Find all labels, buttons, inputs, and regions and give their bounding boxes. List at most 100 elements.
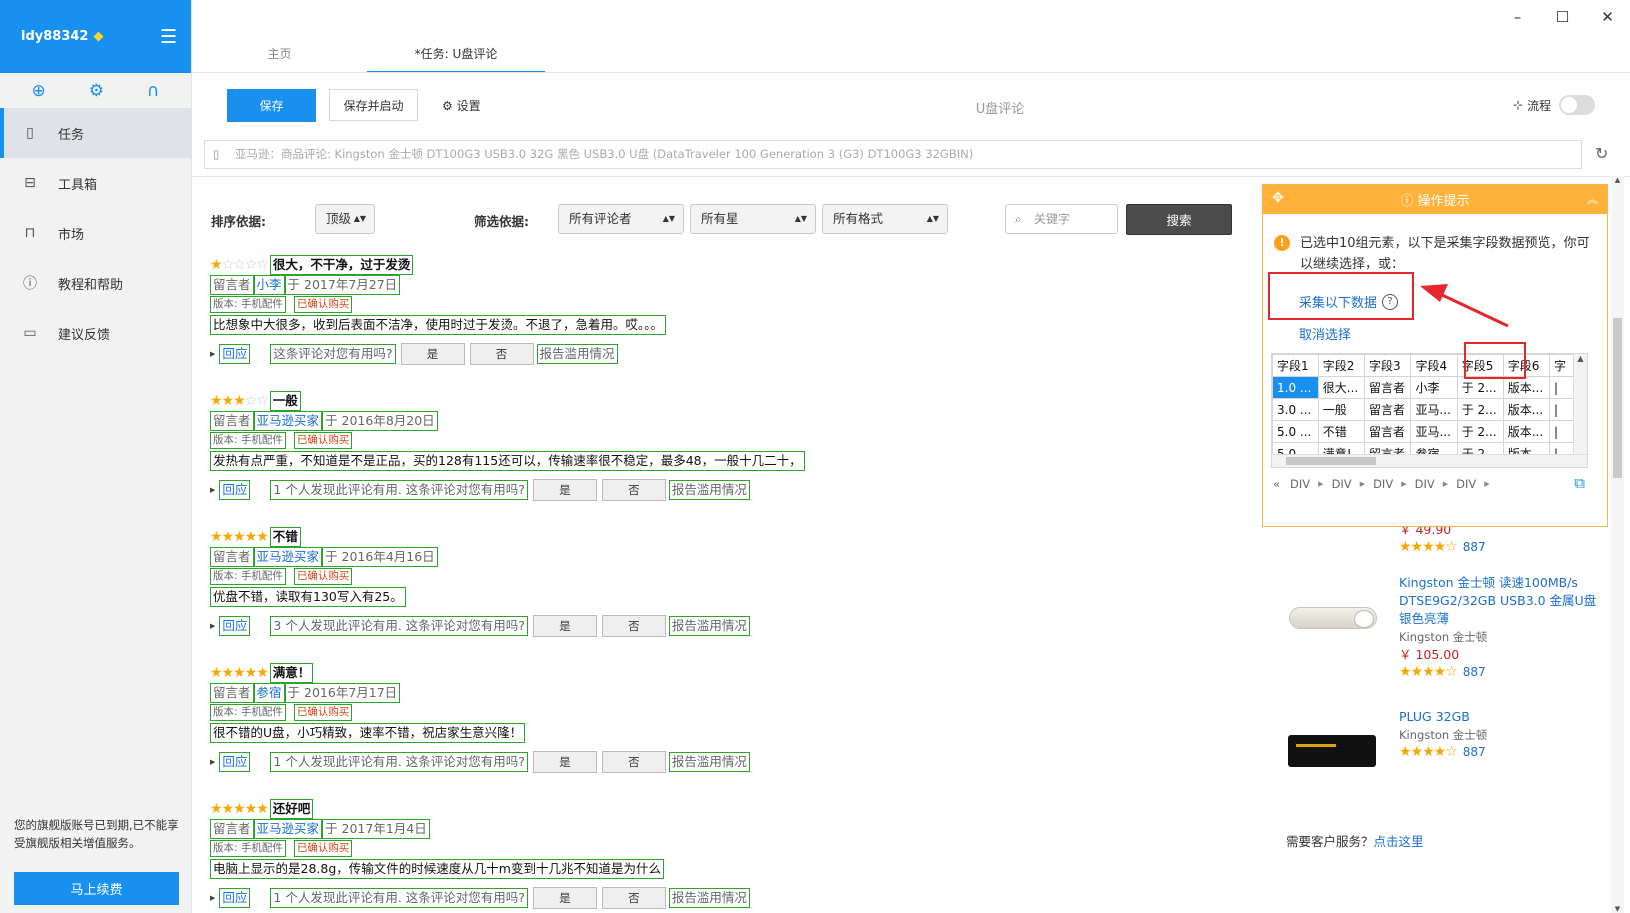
grid-horizontal-scrollbar[interactable] bbox=[1272, 454, 1587, 467]
grid-cell[interactable]: 于 2... bbox=[1456, 398, 1504, 421]
product-image[interactable] bbox=[1289, 607, 1377, 629]
url-bar[interactable]: ▯ 亚马逊：商品评论: Kingston 金士顿 DT100G3 USB3.0 … bbox=[204, 140, 1582, 169]
close-icon[interactable]: ✕ bbox=[1585, 4, 1630, 30]
grid-cell[interactable]: 版本... bbox=[1502, 398, 1550, 421]
grid-cell[interactable]: 1.0 ... bbox=[1272, 376, 1319, 399]
helpful-yes-button[interactable]: 是 bbox=[532, 615, 597, 637]
grid-cell[interactable]: 小李 bbox=[1410, 376, 1458, 399]
reviewer-name[interactable]: 参宿 bbox=[253, 683, 285, 703]
page-scrollbar[interactable]: ▲ ▼ bbox=[1611, 176, 1624, 913]
report-abuse-link[interactable]: 报告滥用情况 bbox=[536, 344, 618, 364]
product-image[interactable] bbox=[1288, 735, 1376, 767]
grid-cell[interactable]: 留言者 bbox=[1364, 420, 1412, 443]
grid-cell[interactable]: 留言者 bbox=[1364, 398, 1412, 421]
grid-header-cell[interactable]: 字段1 bbox=[1272, 354, 1319, 377]
helpful-yes-button[interactable]: 是 bbox=[532, 751, 597, 773]
grid-cell[interactable]: 于 2... bbox=[1456, 420, 1504, 443]
hint-header[interactable]: ✥ ⓘ 操作提示 ︽ bbox=[1263, 185, 1607, 214]
grid-cell[interactable]: 版本... bbox=[1502, 376, 1550, 399]
review-title[interactable]: 还好吧 bbox=[269, 799, 314, 819]
sidebar-item-help[interactable]: ⓘ 教程和帮助 bbox=[0, 258, 191, 308]
reply-link[interactable]: 回应 bbox=[219, 752, 251, 772]
format-select[interactable]: 所有格式 ▲▼ bbox=[822, 204, 948, 234]
sidebar-item-toolbox[interactable]: ⊟ 工具箱 bbox=[0, 158, 191, 208]
headset-icon[interactable]: ∩ bbox=[147, 81, 159, 101]
review-count[interactable]: 887 bbox=[1463, 540, 1486, 554]
cancel-selection-link[interactable]: 取消选择 bbox=[1299, 324, 1351, 343]
grid-cell[interactable]: 5.0 ... bbox=[1272, 420, 1319, 443]
grid-header-cell[interactable]: 字段3 bbox=[1364, 354, 1412, 377]
grid-cell[interactable]: 一般 bbox=[1317, 398, 1366, 421]
add-circle-icon[interactable]: ⊕ bbox=[32, 81, 46, 101]
reply-link[interactable]: 回应 bbox=[219, 480, 251, 500]
scroll-down-icon[interactable]: ▼ bbox=[1611, 905, 1624, 913]
star-select[interactable]: 所有星 ▲▼ bbox=[690, 204, 816, 234]
product-name[interactable]: PLUG 32GB bbox=[1399, 708, 1599, 726]
report-abuse-link[interactable]: 报告滥用情况 bbox=[668, 888, 750, 908]
report-abuse-link[interactable]: 报告滥用情况 bbox=[668, 480, 750, 500]
hamburger-menu-icon[interactable]: ☰ bbox=[160, 26, 177, 48]
settings-button[interactable]: ⚙ 设置 bbox=[442, 97, 481, 114]
grid-cell[interactable]: 亚马... bbox=[1410, 420, 1458, 443]
sort-select[interactable]: 顶级 ▲▼ bbox=[315, 204, 375, 234]
helpful-yes-button[interactable]: 是 bbox=[532, 887, 597, 909]
flow-toggle[interactable] bbox=[1559, 95, 1596, 115]
user-account[interactable]: ldy88342 ◆ bbox=[21, 29, 160, 44]
helpful-yes-button[interactable]: 是 bbox=[532, 479, 597, 501]
search-button[interactable]: 搜索 bbox=[1126, 204, 1232, 235]
grid-cell[interactable]: 3.0 ... bbox=[1272, 398, 1319, 421]
grid-cell[interactable]: 版本... bbox=[1502, 420, 1550, 443]
report-abuse-link[interactable]: 报告滥用情况 bbox=[668, 752, 750, 772]
reply-link[interactable]: 回应 bbox=[219, 616, 251, 636]
helpful-no-button[interactable]: 否 bbox=[601, 615, 666, 637]
sidebar-item-market[interactable]: ⊓ 市场 bbox=[0, 208, 191, 258]
breadcrumb-item[interactable]: DIV bbox=[1415, 477, 1435, 491]
grid-cell[interactable]: 很大... bbox=[1317, 376, 1366, 399]
keyword-input[interactable]: ⌕ 关键字 bbox=[1005, 204, 1118, 234]
breadcrumb-item[interactable]: DIV bbox=[1332, 477, 1352, 491]
review-title[interactable]: 很大，不干净，过于发烫 bbox=[269, 255, 414, 275]
move-icon[interactable]: ✥ bbox=[1272, 190, 1284, 206]
breadcrumb-item[interactable]: DIV bbox=[1373, 477, 1393, 491]
reviewer-name[interactable]: 亚马逊买家 bbox=[253, 411, 323, 431]
report-abuse-link[interactable]: 报告滥用情况 bbox=[668, 616, 750, 636]
scroll-up-icon[interactable]: ▲ bbox=[1611, 176, 1624, 184]
tab-task[interactable]: *任务: U盘评论 bbox=[367, 36, 545, 73]
scrollbar-thumb[interactable] bbox=[1286, 457, 1376, 465]
scrollbar-thumb[interactable] bbox=[1613, 318, 1622, 478]
breadcrumb-item[interactable]: DIV bbox=[1456, 477, 1476, 491]
helpful-no-button[interactable]: 否 bbox=[601, 751, 666, 773]
helpful-no-button[interactable]: 否 bbox=[469, 343, 534, 365]
review-count[interactable]: 887 bbox=[1463, 665, 1486, 679]
grid-cell[interactable]: 留言者 bbox=[1364, 376, 1412, 399]
scroll-up-icon[interactable]: ▲ bbox=[1574, 354, 1587, 363]
minimize-icon[interactable]: – bbox=[1495, 4, 1540, 30]
double-chevron-left-icon[interactable]: « bbox=[1273, 477, 1280, 491]
helpful-yes-button[interactable]: 是 bbox=[400, 343, 465, 365]
service-link[interactable]: 点击这里 bbox=[1374, 834, 1424, 849]
reply-link[interactable]: 回应 bbox=[219, 888, 251, 908]
refresh-icon[interactable]: ↻ bbox=[1595, 144, 1608, 163]
grid-cell[interactable]: 亚马... bbox=[1410, 398, 1458, 421]
reviewer-select[interactable]: 所有评论者 ▲▼ bbox=[558, 204, 684, 234]
review-title[interactable]: 不错 bbox=[269, 527, 301, 547]
save-and-start-button[interactable]: 保存并启动 bbox=[329, 89, 418, 121]
grid-vertical-scrollbar[interactable]: ▲ bbox=[1573, 354, 1587, 467]
save-button[interactable]: 保存 bbox=[227, 89, 316, 122]
product-name[interactable]: Kingston 金士顿 读速100MB/s DTSE9G2/32GB USB3… bbox=[1399, 574, 1599, 628]
tab-home[interactable]: 主页 bbox=[192, 36, 367, 73]
review-title[interactable]: 一般 bbox=[269, 391, 301, 411]
grid-cell[interactable]: 于 2... bbox=[1456, 376, 1504, 399]
review-title[interactable]: 满意！ bbox=[269, 663, 314, 683]
helpful-no-button[interactable]: 否 bbox=[601, 887, 666, 909]
reviewer-name[interactable]: 亚马逊买家 bbox=[253, 547, 323, 567]
grid-cell[interactable]: 不错 bbox=[1317, 420, 1366, 443]
reply-link[interactable]: 回应 bbox=[219, 344, 251, 364]
breadcrumb-item[interactable]: DIV bbox=[1290, 477, 1310, 491]
sidebar-item-feedback[interactable]: ▭ 建议反馈 bbox=[0, 308, 191, 358]
reviewer-name[interactable]: 亚马逊买家 bbox=[253, 819, 323, 839]
grid-header-cell[interactable]: 字段4 bbox=[1410, 354, 1458, 377]
renew-button[interactable]: 马上续费 bbox=[14, 872, 179, 905]
sidebar-item-tasks[interactable]: ▯ 任务 bbox=[0, 108, 191, 158]
grid-header-cell[interactable]: 字段2 bbox=[1317, 354, 1366, 377]
